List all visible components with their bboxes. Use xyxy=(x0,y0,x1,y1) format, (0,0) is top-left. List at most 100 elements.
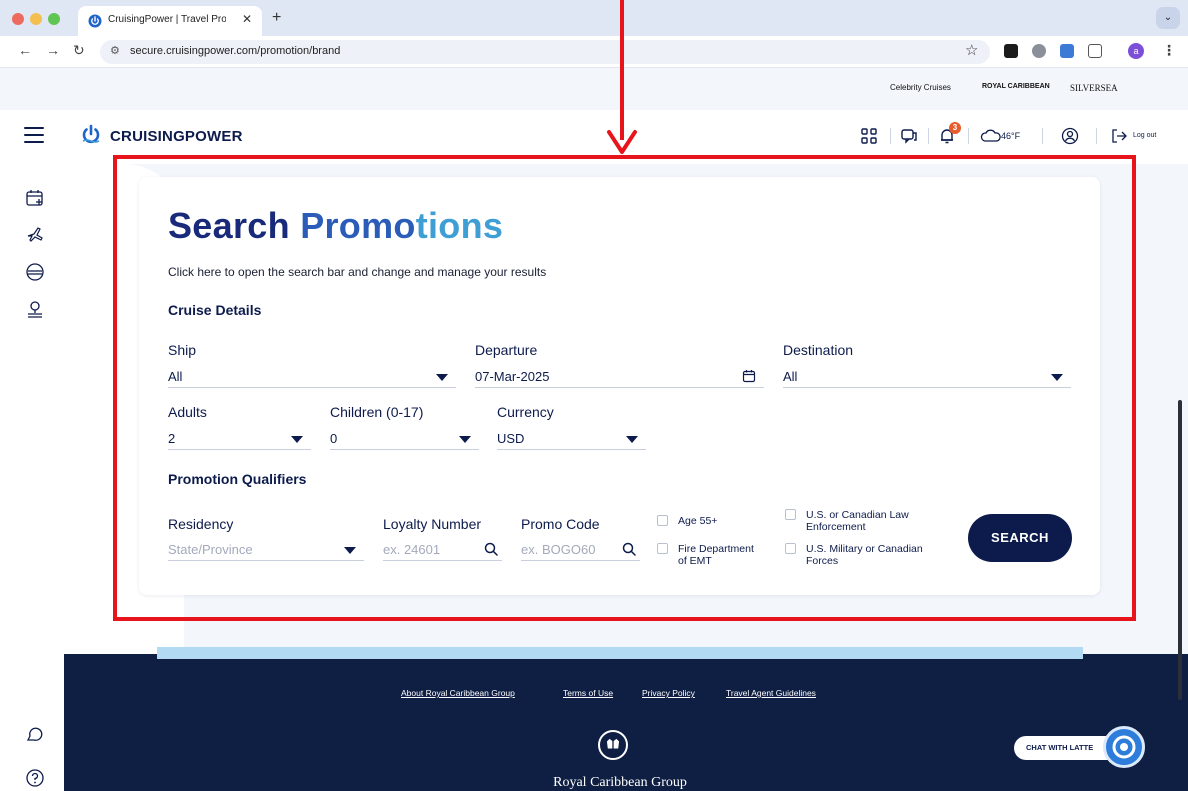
search-icon[interactable] xyxy=(622,542,636,556)
extension-icon[interactable] xyxy=(1060,44,1074,58)
close-window-button[interactable] xyxy=(12,13,24,25)
tab-title: CruisingPower | Travel Profes xyxy=(108,14,226,25)
loyalty-number-label: Loyalty Number xyxy=(383,516,482,532)
minimize-window-button[interactable] xyxy=(30,13,42,25)
promo-code-placeholder: ex. BOGO60 xyxy=(521,542,596,557)
annotation-arrow-head-icon xyxy=(607,130,637,154)
residency-dropdown[interactable]: State/Province xyxy=(168,539,364,561)
open-search-bar-link[interactable]: Click here to open the search bar and ch… xyxy=(168,265,546,279)
user-profile-icon[interactable] xyxy=(1061,127,1079,145)
left-sidebar xyxy=(0,164,64,791)
adults-dropdown[interactable]: 2 xyxy=(168,428,311,450)
fire-department-checkbox[interactable] xyxy=(657,543,668,554)
destination-label: Destination xyxy=(783,342,854,358)
url-text: secure.cruisingpower.com/promotion/brand xyxy=(130,45,341,57)
browser-tab[interactable]: CruisingPower | Travel Profes ✕ xyxy=(78,6,262,36)
age-55-checkbox[interactable] xyxy=(657,515,668,526)
site-footer xyxy=(64,654,1188,791)
maximize-window-button[interactable] xyxy=(48,13,60,25)
notification-count-badge: 3 xyxy=(949,122,961,134)
footer-accent-bar xyxy=(157,647,1083,659)
fire-department-label-line: Fire Department xyxy=(678,543,754,555)
company-name: Royal Caribbean Group xyxy=(553,775,687,790)
airplane-icon[interactable] xyxy=(25,225,45,245)
camera-extension-icon[interactable] xyxy=(1032,44,1046,58)
silversea-logo[interactable]: SILVERSEA xyxy=(1070,83,1118,93)
footer-link-agent-guidelines[interactable]: Travel Agent Guidelines xyxy=(726,688,816,698)
browser-menu-icon[interactable]: ⋮ xyxy=(1162,42,1176,59)
footer-link-terms[interactable]: Terms of Use xyxy=(563,688,613,698)
calendar-icon[interactable] xyxy=(742,369,756,383)
extension-icon[interactable] xyxy=(1004,44,1018,58)
calendar-add-icon[interactable] xyxy=(25,188,45,208)
currency-label: Currency xyxy=(497,404,554,420)
destination-dropdown[interactable]: All xyxy=(783,366,1071,388)
royal-caribbean-logo[interactable]: ROYAL CARIBBEAN xyxy=(982,83,1050,90)
children-dropdown[interactable]: 0 xyxy=(330,428,479,450)
annotation-arrow-line xyxy=(620,0,624,140)
chevron-down-icon xyxy=(459,436,471,443)
bookmark-star-icon[interactable]: ☆ xyxy=(965,41,978,59)
loyalty-number-input[interactable]: ex. 24601 xyxy=(383,539,502,561)
adults-label: Adults xyxy=(168,404,207,420)
page-scrollbar[interactable] xyxy=(1178,400,1182,700)
cruisingpower-favicon-icon xyxy=(88,14,102,28)
age-55-label: Age 55+ xyxy=(678,515,718,527)
header-divider xyxy=(890,128,891,144)
site-header: CRUISINGPOWER 3 46°F Log out xyxy=(0,110,1188,164)
logout-icon[interactable] xyxy=(1110,127,1128,145)
chat-assistant-icon[interactable] xyxy=(1103,726,1145,768)
children-label: Children (0-17) xyxy=(330,404,424,420)
new-tab-button[interactable]: + xyxy=(272,9,281,27)
hamburger-menu-icon[interactable] xyxy=(24,127,44,143)
chevron-down-icon xyxy=(1051,374,1063,381)
page-title-part: tions xyxy=(415,205,504,246)
promo-code-label: Promo Code xyxy=(521,516,600,532)
forward-arrow-icon[interactable]: → xyxy=(46,42,60,58)
site-settings-icon[interactable]: ⚙ xyxy=(110,44,120,57)
loyalty-number-placeholder: ex. 24601 xyxy=(383,542,441,557)
celebrity-cruises-logo[interactable]: Celebrity Cruises xyxy=(890,83,951,92)
chat-feedback-icon[interactable] xyxy=(25,724,45,744)
header-divider xyxy=(1042,128,1043,144)
tab-search-button[interactable]: ⌄ xyxy=(1156,7,1180,29)
header-divider xyxy=(968,128,969,144)
back-arrow-icon[interactable]: ← xyxy=(18,42,32,58)
address-bar[interactable]: ⚙ secure.cruisingpower.com/promotion/bra… xyxy=(100,40,990,64)
currency-dropdown[interactable]: USD xyxy=(497,428,646,450)
tab-close-icon[interactable]: ✕ xyxy=(242,12,252,26)
currency-value: USD xyxy=(497,431,525,446)
profile-avatar[interactable]: a xyxy=(1128,43,1144,59)
search-button[interactable]: SEARCH xyxy=(968,514,1072,562)
cruise-details-heading: Cruise Details xyxy=(168,302,262,318)
law-enforcement-checkbox[interactable] xyxy=(785,509,796,520)
law-enforcement-label-line: Enforcement xyxy=(806,521,866,533)
reload-icon[interactable]: ↻ xyxy=(73,42,85,59)
departure-value: 07-Mar-2025 xyxy=(475,369,550,384)
departure-date-field[interactable]: 07-Mar-2025 xyxy=(475,366,764,388)
header-divider xyxy=(1096,128,1097,144)
apps-grid-icon[interactable] xyxy=(860,127,878,145)
footer-link-privacy[interactable]: Privacy Policy xyxy=(642,688,695,698)
location-pin-icon[interactable] xyxy=(25,299,45,319)
site-logo-text[interactable]: CRUISINGPOWER xyxy=(110,128,243,145)
page-title-part: Search xyxy=(168,205,301,246)
browser-toolbar: ← → ↻ ⚙ secure.cruisingpower.com/promoti… xyxy=(0,36,1188,68)
ship-dropdown[interactable]: All xyxy=(168,366,456,388)
royal-caribbean-crown-icon xyxy=(598,730,628,760)
header-divider xyxy=(928,128,929,144)
messages-icon[interactable] xyxy=(900,127,918,145)
military-label: U.S. Military or Canadian Forces xyxy=(806,543,923,567)
search-icon[interactable] xyxy=(484,542,498,556)
military-checkbox[interactable] xyxy=(785,543,796,554)
weather-cloud-icon xyxy=(980,129,1001,142)
law-enforcement-label-line: U.S. or Canadian Law xyxy=(806,509,909,521)
logout-label[interactable]: Log out xyxy=(1133,132,1156,139)
footer-link-about[interactable]: About Royal Caribbean Group xyxy=(401,688,515,698)
extensions-puzzle-icon[interactable] xyxy=(1088,44,1102,58)
promo-code-input[interactable]: ex. BOGO60 xyxy=(521,539,640,561)
residency-placeholder: State/Province xyxy=(168,542,253,557)
cruise-ship-icon[interactable] xyxy=(25,262,45,282)
chevron-down-icon xyxy=(344,547,356,554)
fire-department-label-line: of EMT xyxy=(678,555,712,567)
